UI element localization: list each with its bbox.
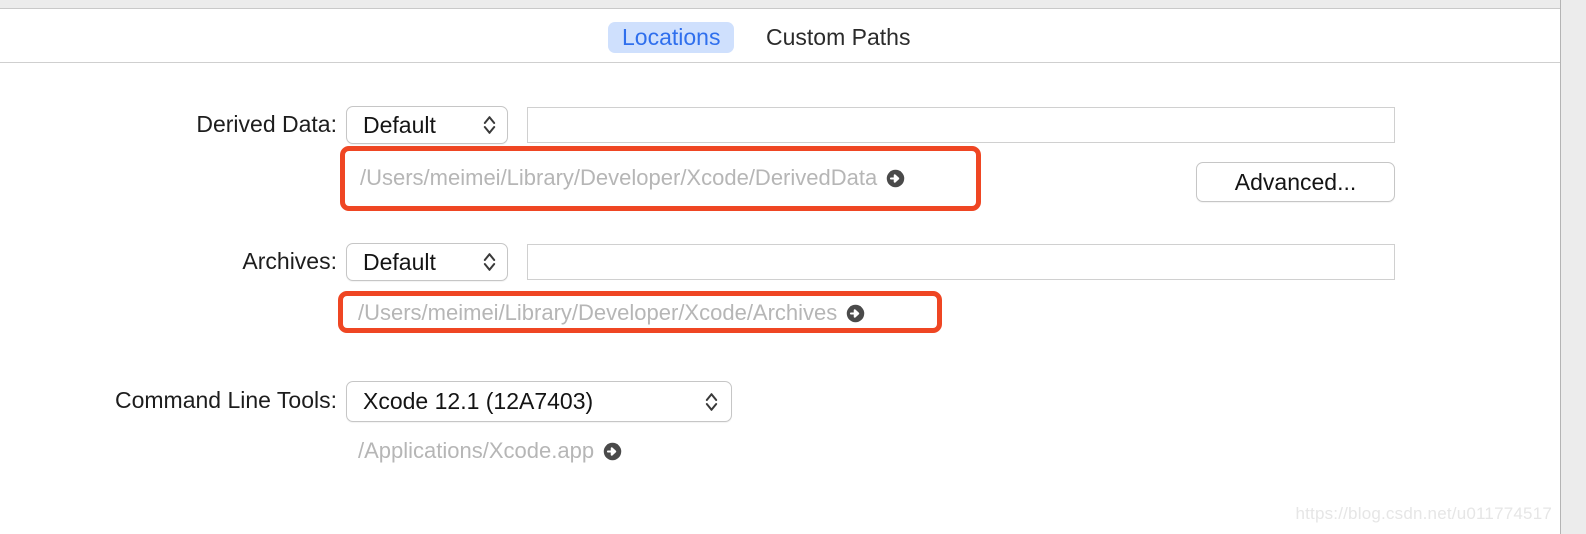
archives-location-popup[interactable]: Default: [346, 243, 508, 281]
derived-data-path-display[interactable]: /Users/meimei/Library/Developer/Xcode/De…: [360, 162, 905, 194]
reveal-in-finder-icon[interactable]: [846, 304, 865, 323]
command-line-tools-popup-value: Xcode 12.1 (12A7403): [363, 388, 594, 414]
archives-path-text: /Users/meimei/Library/Developer/Xcode/Ar…: [358, 300, 838, 325]
reveal-in-finder-icon[interactable]: [603, 442, 622, 461]
tab-locations[interactable]: Locations: [608, 22, 735, 53]
title-bar-strip: [0, 0, 1560, 9]
archives-location-popup-value: Default: [363, 248, 436, 275]
locations-pane: Derived Data: Default /Users/meimei/Libr…: [0, 64, 1560, 534]
advanced-button[interactable]: Advanced...: [1196, 162, 1395, 202]
chevron-up-down-icon: [482, 114, 497, 136]
tab-custom-paths[interactable]: Custom Paths: [752, 22, 924, 53]
archives-path-display[interactable]: /Users/meimei/Library/Developer/Xcode/Ar…: [358, 297, 865, 329]
archives-custom-path-field[interactable]: [527, 244, 1395, 280]
command-line-tools-path-display[interactable]: /Applications/Xcode.app: [358, 435, 622, 467]
chevron-up-down-icon: [704, 391, 719, 413]
reveal-in-finder-icon[interactable]: [886, 169, 905, 188]
derived-data-location-popup-value: Default: [363, 111, 436, 138]
xcode-preferences-window: Locations Custom Paths Derived Data: Def…: [0, 0, 1561, 534]
derived-data-label: Derived Data:: [196, 111, 337, 137]
derived-data-location-popup[interactable]: Default: [346, 106, 508, 144]
command-line-tools-label: Command Line Tools:: [114, 387, 337, 413]
archives-label: Archives:: [242, 248, 337, 274]
watermark: https://blog.csdn.net/u011774517: [1295, 504, 1552, 523]
chevron-up-down-icon: [482, 251, 497, 273]
derived-data-path-text: /Users/meimei/Library/Developer/Xcode/De…: [360, 165, 878, 190]
derived-data-custom-path-field[interactable]: [527, 107, 1395, 143]
command-line-tools-path-text: /Applications/Xcode.app: [358, 438, 595, 463]
tab-bar: Locations Custom Paths: [0, 10, 1560, 63]
command-line-tools-popup[interactable]: Xcode 12.1 (12A7403): [346, 381, 732, 422]
